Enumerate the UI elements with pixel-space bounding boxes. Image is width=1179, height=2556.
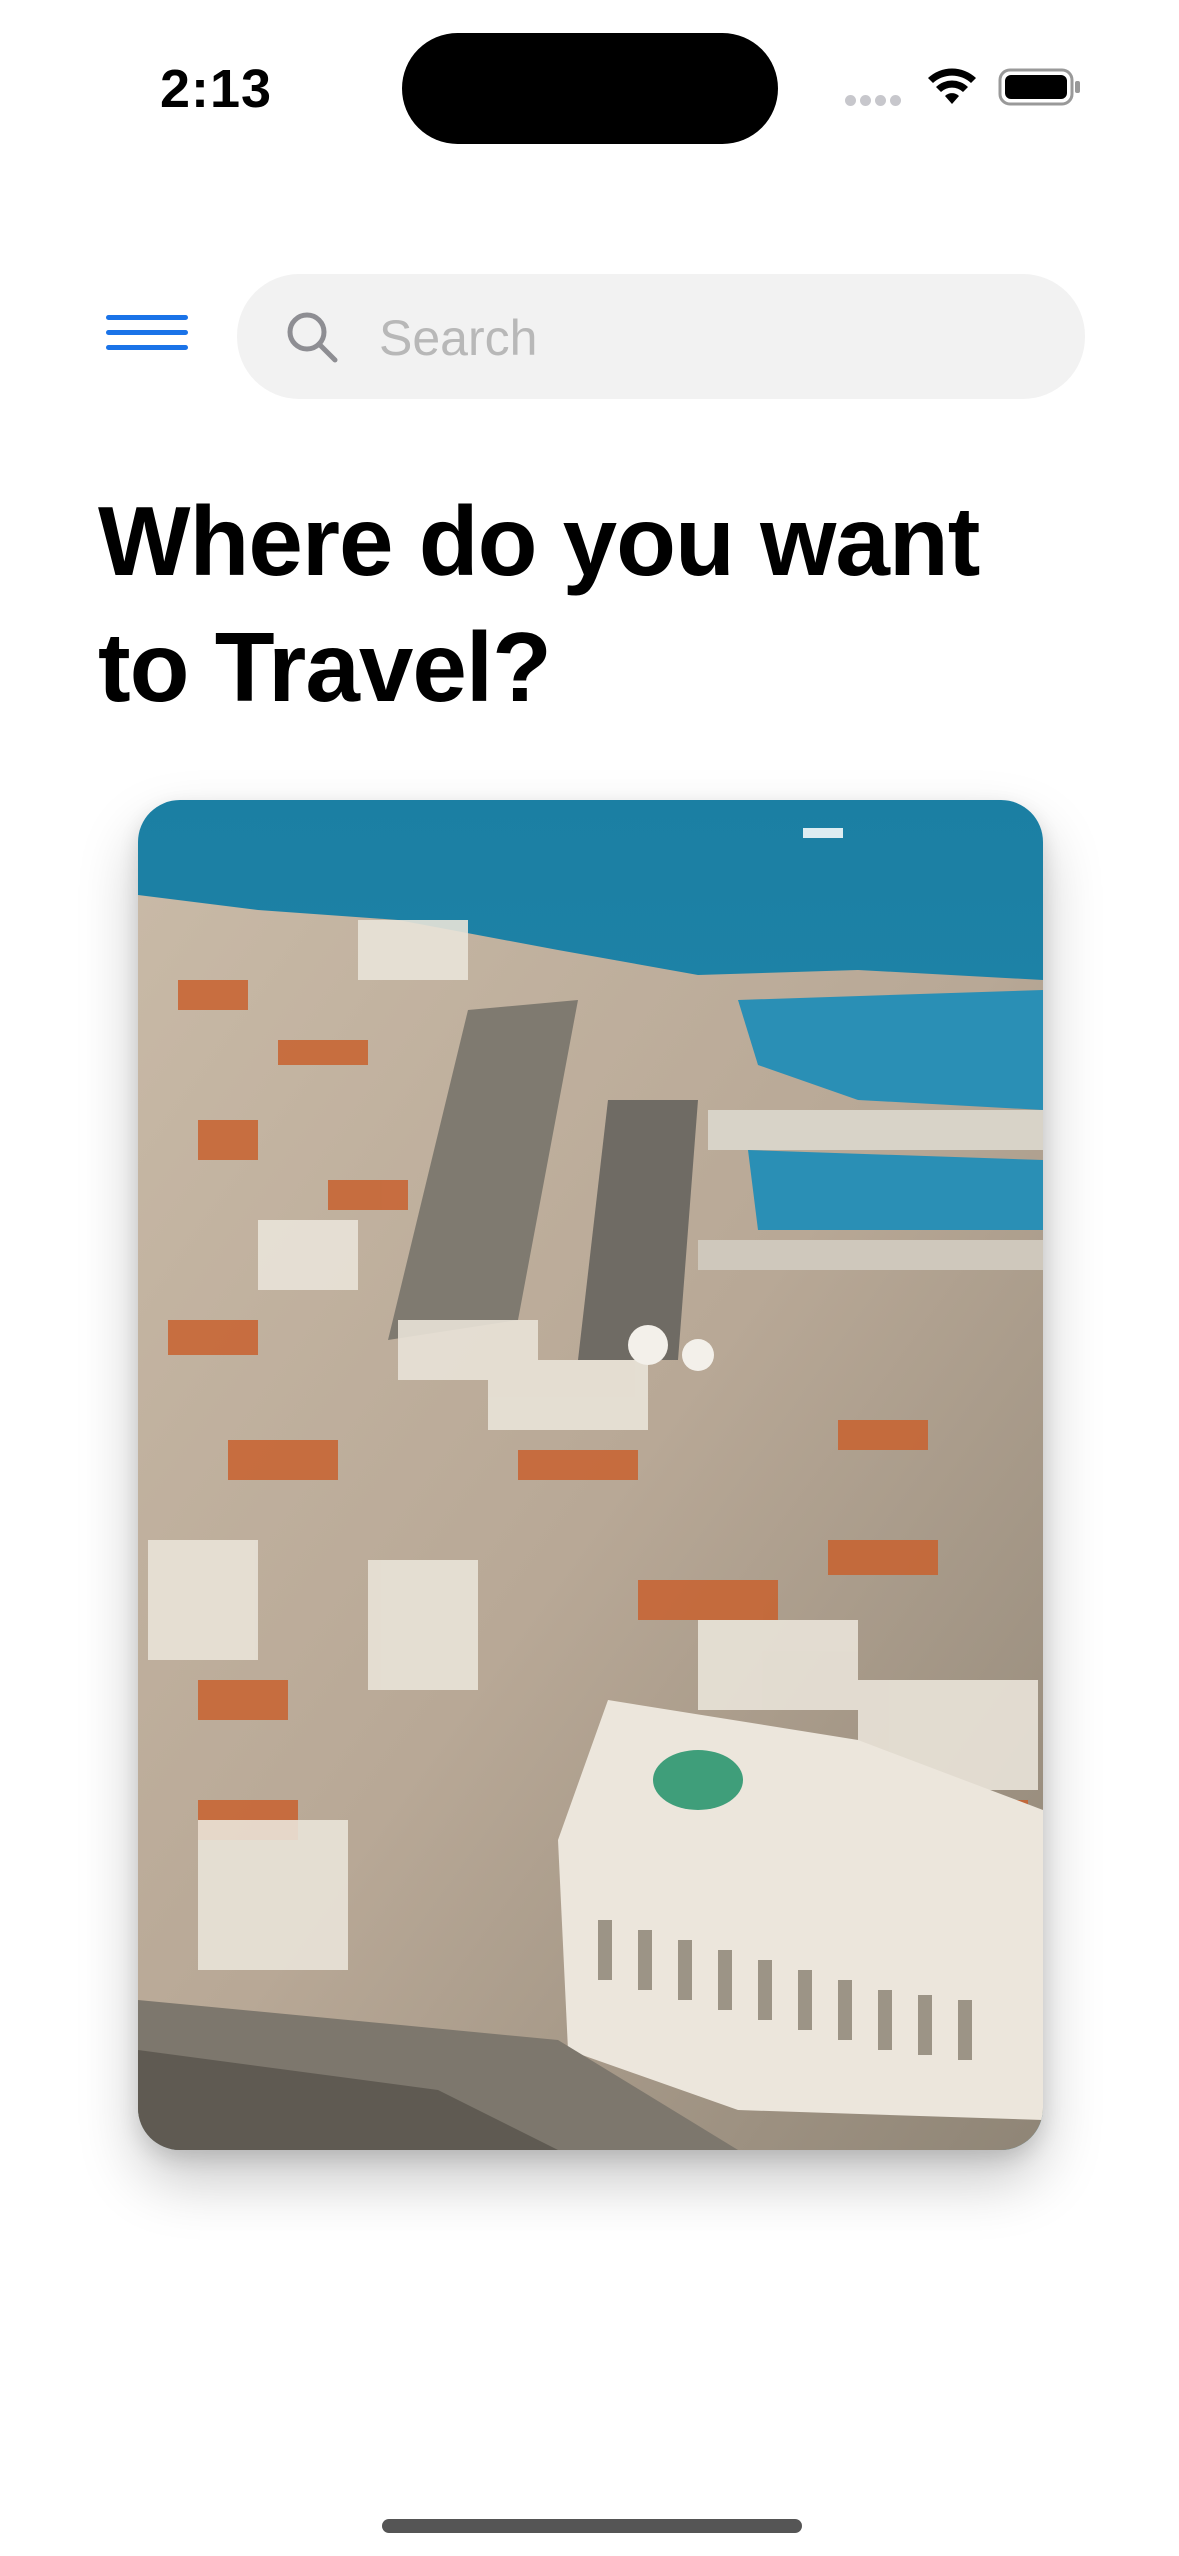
status-time: 2:13 xyxy=(160,59,273,119)
menu-button[interactable] xyxy=(100,305,190,365)
home-indicator[interactable] xyxy=(382,2519,802,2533)
wifi-icon xyxy=(928,68,976,104)
search-icon xyxy=(287,312,338,363)
search-bar[interactable] xyxy=(237,274,1085,401)
destination-card[interactable] xyxy=(138,800,1043,2150)
dynamic-island xyxy=(402,33,778,144)
cellular-dots-icon xyxy=(845,93,907,106)
screen: 2:13 Where do you want to Travel? xyxy=(0,0,1179,2556)
search-input[interactable] xyxy=(377,274,1061,401)
page-title: Where do you want to Travel? xyxy=(98,486,980,722)
battery-icon xyxy=(998,68,1080,106)
city-aerial-photo xyxy=(138,800,1043,2150)
